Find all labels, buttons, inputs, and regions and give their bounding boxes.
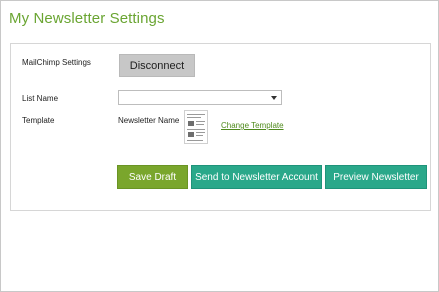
- page-title: My Newsletter Settings: [9, 10, 165, 27]
- template-thumbnail: [184, 110, 208, 144]
- chevron-down-icon: [271, 96, 277, 100]
- save-draft-button[interactable]: Save Draft: [117, 165, 188, 189]
- list-name-label: List Name: [22, 94, 59, 103]
- list-name-select[interactable]: [118, 90, 282, 105]
- preview-newsletter-label: Preview Newsletter: [333, 171, 419, 183]
- disconnect-button-label: Disconnect: [129, 59, 185, 72]
- template-label: Template: [22, 116, 55, 125]
- save-draft-label: Save Draft: [128, 171, 177, 183]
- change-template-link[interactable]: Change Template: [221, 121, 284, 130]
- newsletter-name-label: Newsletter Name: [118, 116, 180, 125]
- settings-panel: MailChimp Settings Disconnect List Name …: [10, 43, 431, 211]
- send-to-newsletter-account-button[interactable]: Send to Newsletter Account: [191, 165, 322, 189]
- send-to-newsletter-account-label: Send to Newsletter Account: [195, 171, 318, 183]
- preview-newsletter-button[interactable]: Preview Newsletter: [325, 165, 427, 189]
- app-frame: My Newsletter Settings MailChimp Setting…: [0, 0, 439, 292]
- mailchimp-settings-label: MailChimp Settings: [22, 58, 91, 67]
- disconnect-button[interactable]: Disconnect: [119, 54, 195, 77]
